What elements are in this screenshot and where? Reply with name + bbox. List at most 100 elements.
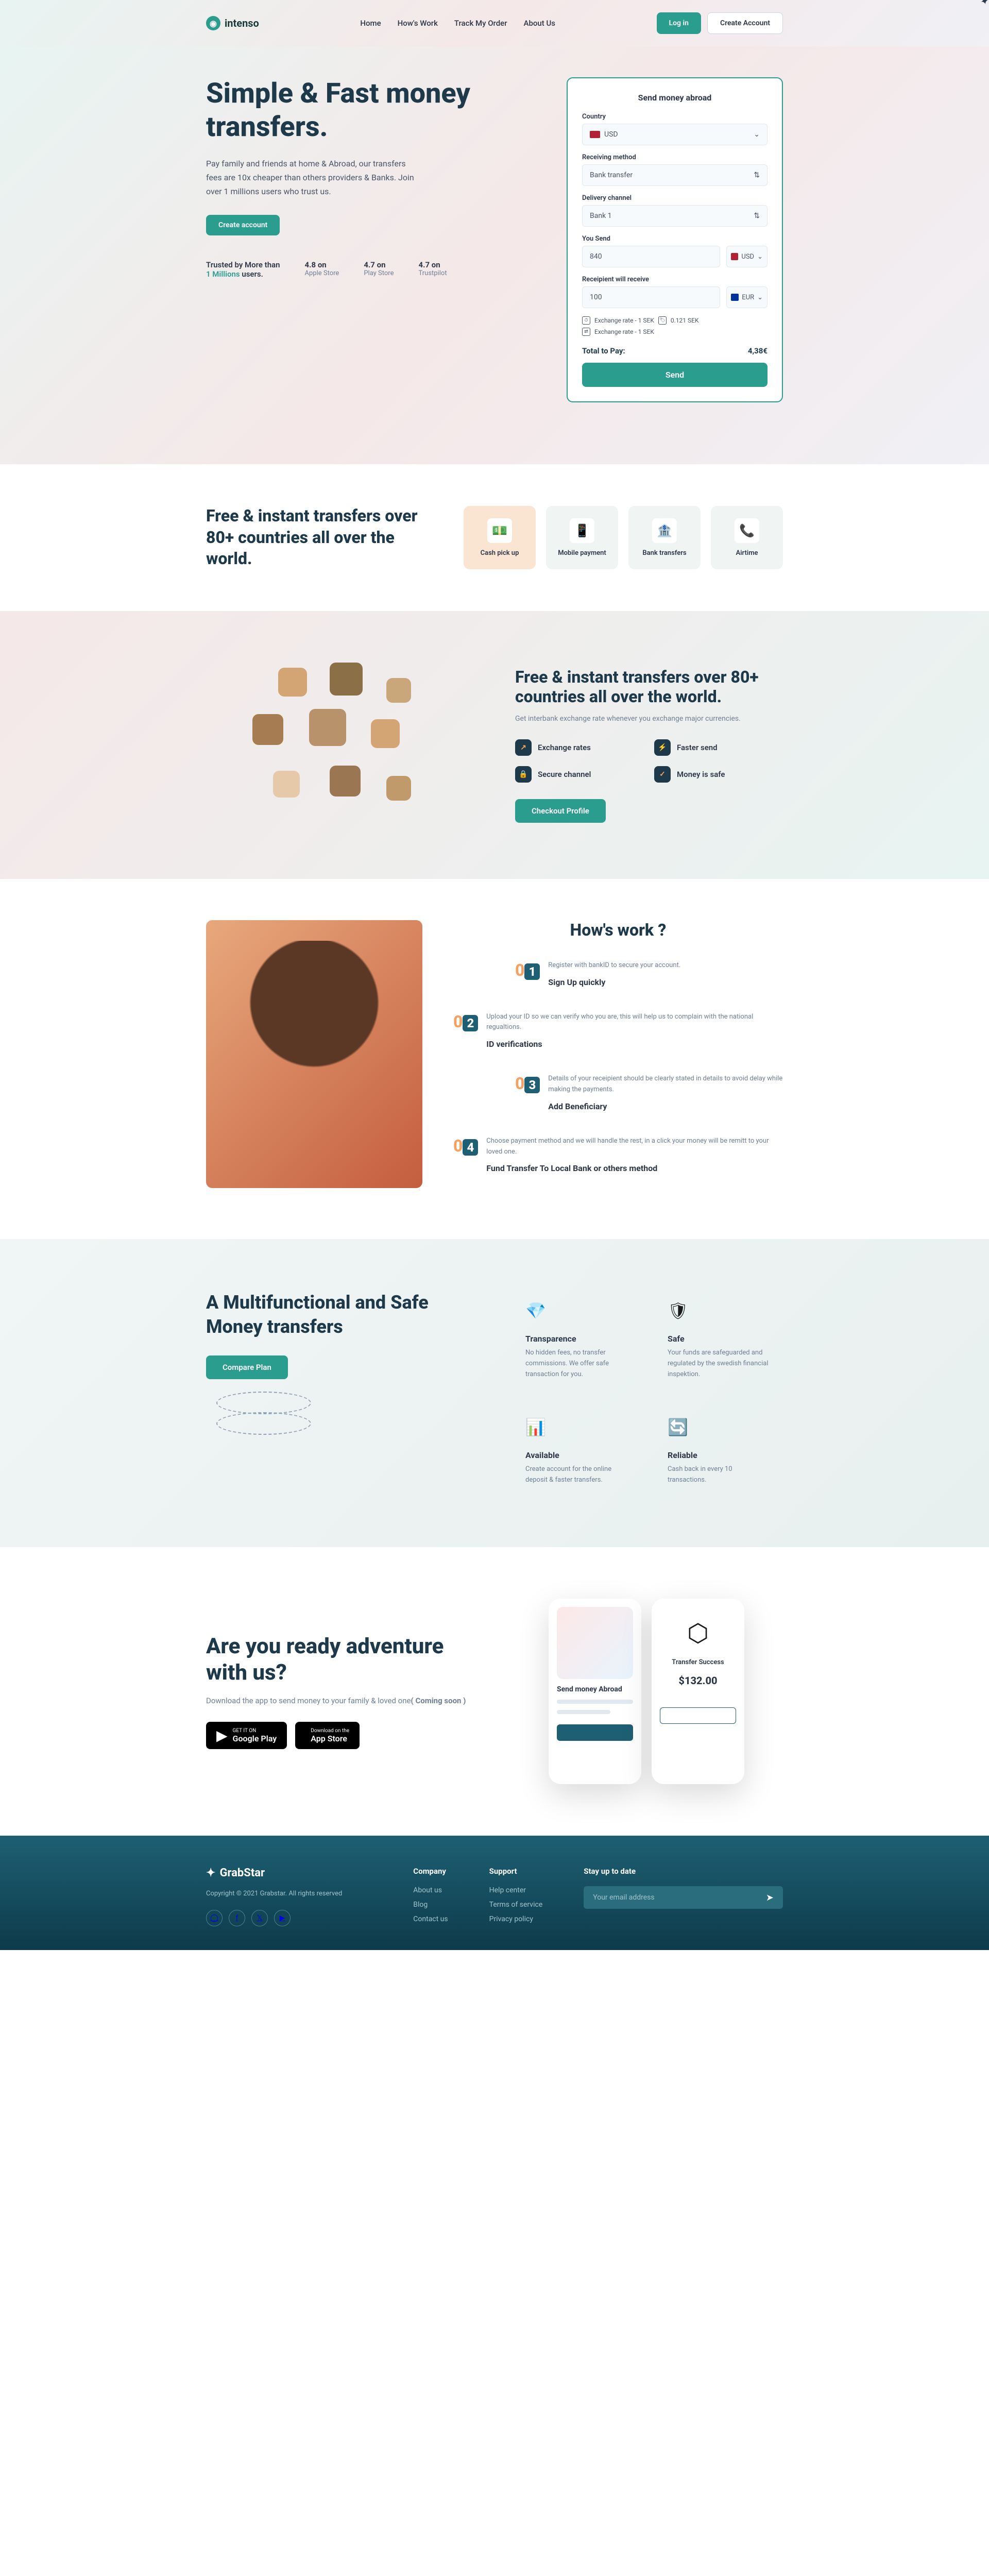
facebook-icon[interactable]: f — [229, 1910, 245, 1926]
subscribe-button[interactable]: ➤ — [759, 1888, 781, 1907]
total-row: Total to Pay: 4,38€ — [582, 339, 768, 363]
person-image — [206, 920, 422, 1188]
multi-title: A Multifunctional and Safe Money transfe… — [206, 1291, 474, 1339]
receive-label: Receipient will receive — [582, 276, 768, 283]
contact-link[interactable]: Contact us — [413, 1915, 448, 1923]
feature-cards: 💵 Cash pick up 📱 Mobile payment 🏦 Bank t… — [464, 506, 783, 569]
youtube-icon[interactable]: ▶ — [274, 1910, 291, 1926]
eu-flag-icon — [731, 294, 739, 301]
step-1: 01 Register with bankID to secure your a… — [515, 960, 783, 987]
feature-bank-transfers[interactable]: 🏦 Bank transfers — [628, 506, 701, 569]
phone-mockups: Send money Abroad ⬡ Transfer Success $13… — [510, 1599, 783, 1784]
send-amount-input[interactable] — [582, 246, 720, 267]
features-title: Free & instant transfers over 80+ countr… — [206, 505, 433, 570]
benefit-exchange: ↗ Exchange rates — [515, 739, 644, 756]
app-store-button[interactable]: Download on theApp Store — [295, 1722, 360, 1749]
avatar-cluster-image — [206, 663, 474, 827]
multi-transparence: 💎 Transparence No hidden fees, no transf… — [515, 1291, 641, 1390]
tag-icon: 🏷 — [658, 316, 667, 325]
instagram-icon[interactable]: ◯ — [206, 1910, 223, 1926]
country-label: Country — [582, 113, 768, 121]
google-play-button[interactable]: ▶ GET IT ONGoogle Play — [206, 1722, 287, 1749]
nav-track[interactable]: Track My Order — [454, 19, 507, 28]
trust-text: Trusted by More than1 Millions users. — [206, 260, 280, 279]
rating-play: 4.7 on Play Store — [364, 260, 394, 279]
hero-subtitle: Pay family and friends at home & Abroad,… — [206, 157, 422, 199]
cta-subtitle: Download the app to send money to your f… — [206, 1696, 479, 1705]
world-title: Free & instant transfers over 80+ countr… — [515, 667, 783, 706]
check-icon: ✓ — [654, 766, 671, 783]
total-value: 4,38€ — [748, 346, 768, 355]
mobile-icon: 📱 — [570, 518, 594, 543]
phone-icon: 📞 — [735, 518, 759, 543]
chevron-down-icon: ⌄ — [757, 294, 763, 301]
play-icon: ▶ — [216, 1727, 228, 1744]
footer-company: Company About us Blog Contact us — [413, 1867, 448, 1929]
logo[interactable]: ◉ intenso — [206, 16, 259, 30]
footer-logo: ✦ GrabStar — [206, 1867, 372, 1879]
clock-icon: ⏱ — [582, 316, 590, 325]
terms-link[interactable]: Terms of service — [489, 1901, 543, 1909]
email-input[interactable] — [586, 1888, 759, 1907]
channel-label: Delivery channel — [582, 194, 768, 202]
total-label: Total to Pay: — [582, 346, 625, 355]
chevron-down-icon: ⌄ — [757, 253, 763, 261]
rating-trustpilot: 4.7 on Trustpilot — [418, 260, 447, 279]
send-button[interactable]: Send — [582, 363, 768, 387]
multi-reliable: 🔄 Reliable Cash back in every 10 transac… — [657, 1407, 783, 1496]
send-currency[interactable]: USD⌄ — [726, 246, 768, 267]
send-label: You Send — [582, 235, 768, 243]
us-flag-icon — [731, 253, 738, 260]
compare-plan-button[interactable]: Compare Plan — [206, 1355, 288, 1379]
shield-icon: 🛡 — [668, 1301, 692, 1326]
us-flag-icon — [590, 131, 600, 138]
multi-safe: 🛡 Safe Your funds are safeguarded and re… — [657, 1291, 783, 1390]
country-select[interactable]: USD ⌄ — [582, 124, 768, 145]
step-4: 04 Choose payment method and we will han… — [453, 1136, 783, 1174]
method-select[interactable]: Bank transfer⇅ — [582, 164, 768, 186]
header-buttons: Log in Create Account — [657, 12, 783, 34]
chart-icon: 📊 — [525, 1417, 550, 1442]
feature-mobile-payment[interactable]: 📱 Mobile payment — [546, 506, 618, 569]
about-link[interactable]: About us — [413, 1886, 448, 1894]
blog-link[interactable]: Blog — [413, 1901, 448, 1909]
main-nav: Home How's Work Track My Order About Us — [360, 19, 555, 28]
reload-icon: 🔄 — [668, 1417, 692, 1442]
social-links: ◯ f 𝕏 ▶ — [206, 1910, 372, 1926]
nav-about[interactable]: About Us — [524, 19, 556, 28]
step-2: 02 Upload your ID so we can verify who y… — [453, 1012, 783, 1049]
cash-icon: 💵 — [487, 518, 512, 543]
create-account-button[interactable]: Create Account — [707, 12, 783, 34]
rating-apple: 4.8 on Apple Store — [305, 260, 339, 279]
footer-support: Support Help center Terms of service Pri… — [489, 1867, 543, 1929]
hexagon-check-icon: ⬡ — [660, 1607, 736, 1658]
receive-amount-input[interactable] — [582, 286, 720, 308]
privacy-link[interactable]: Privacy policy — [489, 1915, 543, 1923]
nav-home[interactable]: Home — [360, 19, 381, 28]
login-button[interactable]: Log in — [657, 12, 701, 34]
phone-1: Send money Abroad — [549, 1599, 641, 1784]
benefit-faster: ⚡ Faster send — [654, 739, 783, 756]
star-icon: ✦ — [206, 1867, 215, 1879]
twitter-icon[interactable]: 𝕏 — [251, 1910, 268, 1926]
method-label: Receiving method — [582, 154, 768, 161]
multi-available: 📊 Available Create account for the onlin… — [515, 1407, 641, 1496]
channel-select[interactable]: Bank 1⇅ — [582, 205, 768, 227]
benefits-grid: ↗ Exchange rates ⚡ Faster send 🔒 Secure … — [515, 739, 783, 783]
cta-title: Are you ready adventure with us? — [206, 1634, 479, 1686]
help-link[interactable]: Help center — [489, 1886, 543, 1894]
phone-2: ⬡ Transfer Success $132.00 — [652, 1599, 744, 1784]
checkout-profile-button[interactable]: Checkout Profile — [515, 799, 606, 823]
feature-cash-pickup[interactable]: 💵 Cash pick up — [464, 506, 536, 569]
step-3: 03 Details of your receipient should be … — [515, 1074, 783, 1111]
send-icon: ➤ — [766, 1892, 774, 1903]
hero-cta-button[interactable]: Create account — [206, 215, 280, 235]
feature-airtime[interactable]: 📞 Airtime — [711, 506, 783, 569]
receive-currency[interactable]: EUR⌄ — [726, 286, 768, 308]
multi-grid: 💎 Transparence No hidden fees, no transf… — [515, 1291, 783, 1496]
copyright: Copyright © 2021 Grabstar. All rights re… — [206, 1890, 372, 1897]
how-title: How's work ? — [453, 920, 783, 940]
nav-how[interactable]: How's Work — [398, 19, 438, 28]
logo-icon: ◉ — [206, 16, 220, 30]
bank-icon: 🏦 — [652, 518, 677, 543]
